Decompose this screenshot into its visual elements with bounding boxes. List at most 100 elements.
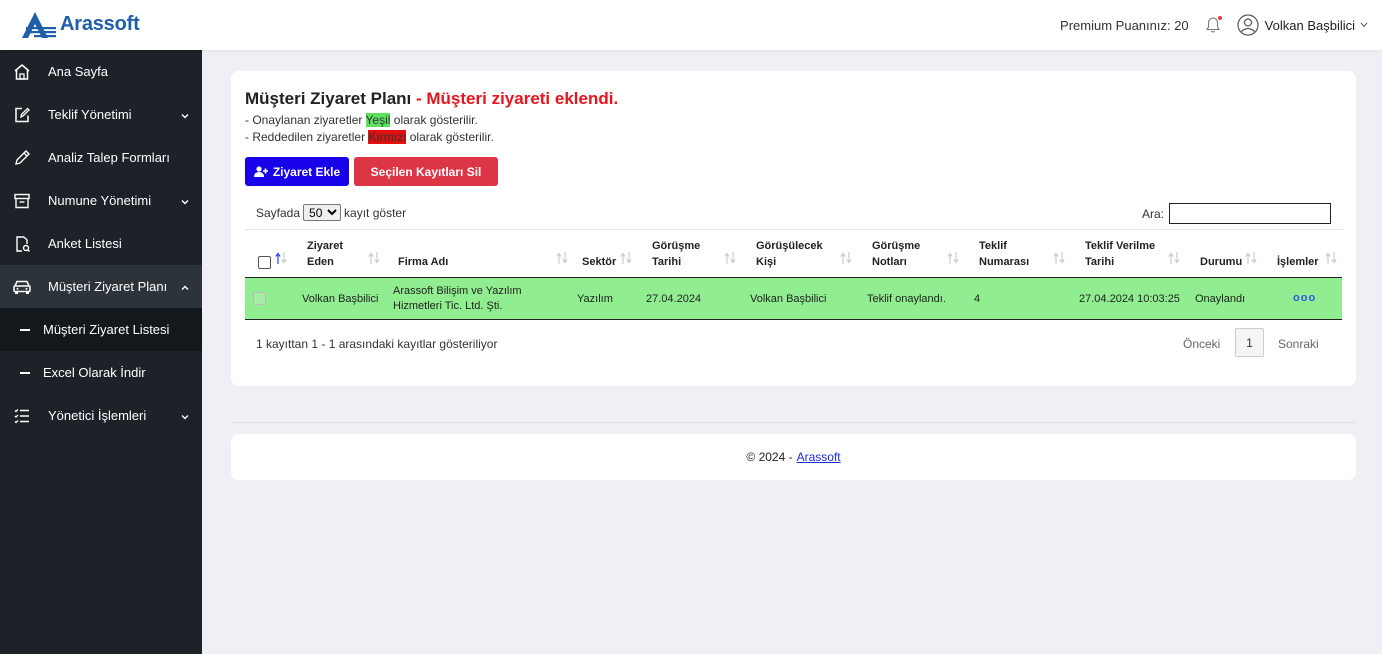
sort-icon[interactable] (1168, 250, 1180, 266)
chevron-up-icon (180, 281, 190, 291)
page-length-control: Sayfada 50 kayıt göster (256, 204, 406, 221)
list-icon (12, 406, 32, 426)
select-all-checkbox[interactable] (258, 256, 271, 269)
survey-icon (12, 234, 32, 254)
col-header-teklif-numarasi[interactable]: Teklif Numarası (979, 238, 1029, 270)
chevron-down-icon (180, 195, 190, 205)
sidebar-item-label: Yönetici İşlemleri (48, 408, 147, 423)
approved-note: - Onaylanan ziyaretler Yeşil olarak göst… (245, 113, 478, 127)
sidebar-item-musteri-ziyaret-listesi[interactable]: Müşteri Ziyaret Listesi (0, 308, 202, 351)
sidebar-item-label: Excel Olarak İndir (43, 365, 146, 380)
notification-dot (1217, 16, 1222, 20)
sidebar-item-yonetici-islemleri[interactable]: Yönetici İşlemleri (0, 394, 202, 437)
header-label: Notları (872, 256, 907, 268)
sidebar-item-ana-sayfa[interactable]: Ana Sayfa (0, 50, 202, 93)
user-plus-icon (253, 166, 268, 177)
header-label: Eden (307, 256, 334, 268)
header-label: Görüşülecek (756, 240, 823, 252)
search-label: Ara: (1142, 207, 1165, 221)
visit-plan-card: Müşteri Ziyaret Planı - Müşteri ziyareti… (231, 71, 1356, 386)
sort-icon[interactable] (840, 250, 852, 266)
sidebar-item-anket-listesi[interactable]: Anket Listesi (0, 222, 202, 265)
sort-icon[interactable] (947, 250, 959, 266)
header-label: Ziyaret (307, 240, 344, 252)
search-input[interactable] (1169, 203, 1331, 224)
col-header-teklif-tarihi[interactable]: Teklif Verilme Tarihi (1085, 238, 1155, 270)
sidebar-item-analiz-talep[interactable]: Analiz Talep Formları (0, 136, 202, 179)
brand-logo[interactable]: Arassoft (22, 10, 140, 38)
sort-icon[interactable] (724, 250, 736, 266)
pagination-page-1[interactable]: 1 (1235, 328, 1264, 357)
note-text: - Onaylanan ziyaretler (245, 113, 366, 127)
footer-copyright: © 2024 - (746, 450, 793, 464)
col-header-firma-adi[interactable]: Firma Adı (398, 254, 448, 270)
note-text: olarak gösterilir. (406, 130, 494, 144)
col-header-gorusme-notlari[interactable]: Görüşme Notları (872, 238, 920, 270)
col-header-gorusme-tarihi[interactable]: Görüşme Tarihi (652, 238, 700, 270)
sidebar-item-label: Anket Listesi (48, 236, 122, 251)
page-title: Müşteri Ziyaret Planı - Müşteri ziyareti… (245, 89, 618, 109)
page-length-select[interactable]: 50 (303, 204, 342, 221)
cell-gorusme-tarihi: 27.04.2024 (646, 293, 702, 305)
cell-sektor: Yazılım (577, 293, 613, 305)
note-text: - Reddedilen ziyaretler (245, 130, 369, 144)
sort-icon[interactable] (368, 250, 380, 266)
chevron-down-icon[interactable] (1360, 20, 1368, 30)
sidebar-item-musteri-ziyaret-plani[interactable]: Müşteri Ziyaret Planı (0, 265, 202, 308)
cell-durumu: Onaylandı (1195, 293, 1246, 305)
length-label: Sayfada (256, 205, 301, 220)
page-title-text: Müşteri Ziyaret Planı (245, 89, 412, 108)
col-header-durumu[interactable]: Durumu (1200, 254, 1242, 270)
sidebar-item-label: Müşteri Ziyaret Listesi (43, 322, 170, 337)
car-icon (12, 277, 32, 297)
header-label: Teklif Verilme (1085, 240, 1156, 252)
sidebar-item-label: Müşteri Ziyaret Planı (48, 279, 168, 294)
green-highlight: Yeşil (365, 113, 391, 127)
premium-points: Premium Puanınız: 20 (1060, 17, 1189, 33)
logo-icon (22, 12, 56, 38)
sidebar: Ana Sayfa Teklif Yönetimi Analiz Talep F… (0, 50, 202, 654)
sidebar-item-numune-yonetimi[interactable]: Numune Yönetimi (0, 179, 202, 222)
sort-icon[interactable] (556, 250, 568, 266)
col-header-islemler[interactable]: İşlemler (1277, 254, 1319, 270)
user-name[interactable]: Volkan Başbilici (1265, 18, 1355, 33)
delete-selected-button[interactable]: Seçilen Kayıtları Sil (354, 157, 498, 186)
user-avatar-icon[interactable] (1237, 14, 1259, 36)
pencil-icon (12, 148, 32, 168)
add-visit-button[interactable]: Ziyaret Ekle (245, 157, 349, 186)
sort-icon[interactable] (1053, 250, 1065, 266)
sidebar-item-label: Analiz Talep Formları (48, 150, 170, 165)
table-row[interactable]: Volkan Başbilici Arassoft Bilişim ve Yaz… (245, 277, 1342, 320)
notification-bell-icon[interactable] (1205, 16, 1223, 34)
edit-square-icon (12, 105, 32, 125)
col-header-gorusulecek-kisi[interactable]: Görüşülecek Kişi (756, 238, 823, 270)
sidebar-item-excel-olarak-indir[interactable]: Excel Olarak İndir (0, 351, 202, 394)
divider (231, 422, 1356, 423)
sidebar-item-label: Teklif Yönetimi (48, 107, 132, 122)
col-header-sektor[interactable]: Sektör (582, 254, 616, 270)
brand-name: Arassoft (60, 12, 140, 35)
cell-gorusulecek-kisi: Volkan Başbilici (750, 293, 827, 305)
top-bar: Arassoft Premium Puanınız: 20 Volkan Baş… (0, 0, 1382, 50)
header-label: Tarihi (1085, 256, 1115, 268)
col-header-ziyaret-eden[interactable]: Ziyaret Eden (307, 238, 343, 270)
pagination-previous[interactable]: Önceki (1183, 337, 1220, 351)
header-label: Teklif (979, 240, 1007, 252)
sidebar-item-label: Numune Yönetimi (48, 193, 152, 208)
sort-icon[interactable] (1245, 250, 1257, 266)
row-checkbox[interactable] (253, 292, 266, 305)
row-actions-menu-icon[interactable]: ooo (1293, 292, 1316, 304)
home-icon (12, 62, 32, 82)
sidebar-item-teklif-yonetimi[interactable]: Teklif Yönetimi (0, 93, 202, 136)
pagination-next[interactable]: Sonraki (1278, 337, 1319, 351)
sidebar-item-label: Ana Sayfa (48, 64, 108, 79)
rejected-note: - Reddedilen ziyaretler Kırmızı olarak g… (245, 130, 494, 144)
archive-icon (12, 191, 32, 211)
cell-teklif-numarasi: 4 (974, 293, 981, 305)
success-alert-text: - Müşteri ziyareti eklendi. (411, 89, 619, 108)
footer-link[interactable]: Arassoft (797, 450, 841, 464)
table-header: Ziyaret Eden Firma Adı Sektör Görüşme Tari… (245, 229, 1342, 277)
sort-icon[interactable] (620, 250, 632, 266)
sort-icon[interactable] (1325, 250, 1337, 266)
sort-asc-icon[interactable] (275, 250, 287, 266)
